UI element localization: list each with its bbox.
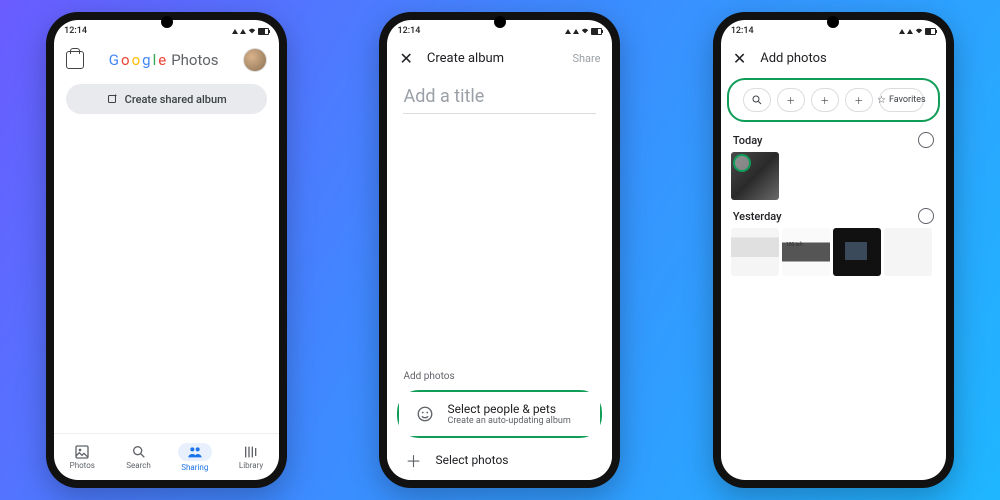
photo-thumb[interactable]: [731, 152, 779, 200]
photo-thumb[interactable]: [833, 228, 881, 276]
screen-1: 12:14 Google Photos Create shared alb: [54, 20, 279, 480]
battery-icon: [925, 28, 936, 35]
yesterday-thumbs: [721, 228, 946, 276]
phone-2: 12:14 ✕ Create album Share Add a title A…: [379, 12, 620, 488]
today-thumbs: [721, 152, 946, 200]
toolbar: ✕ Create album Share: [387, 40, 612, 76]
toolbar: ✕ Add photos: [721, 40, 946, 76]
toolbar-title: Add photos: [760, 51, 827, 66]
account-avatar[interactable]: [243, 48, 267, 72]
battery-icon: [591, 28, 602, 35]
screen-2: 12:14 ✕ Create album Share Add a title A…: [387, 20, 612, 480]
favorites-chip[interactable]: ☆Favorites: [879, 88, 924, 112]
highlight-select-people: Select people & pets Create an auto-upda…: [397, 390, 602, 438]
camera-cutout: [827, 16, 839, 28]
add-album-icon: [107, 93, 119, 105]
close-icon[interactable]: ✕: [733, 49, 746, 68]
add-face-chip-3[interactable]: ＋: [845, 88, 873, 112]
signal-icon: [232, 29, 238, 34]
clipboard-icon[interactable]: [66, 51, 84, 69]
nav-sharing[interactable]: Sharing: [167, 434, 223, 480]
spacer: [387, 114, 612, 371]
signal-icon: [907, 29, 913, 34]
app-header: Google Photos: [54, 40, 279, 76]
nav-library[interactable]: Library: [223, 434, 279, 480]
select-people-pets-button[interactable]: Select people & pets Create an auto-upda…: [399, 392, 600, 436]
share-button[interactable]: Share: [572, 52, 600, 65]
status-time: 12:14: [397, 26, 420, 36]
people-icon: [187, 444, 203, 460]
option-title: Select photos: [435, 453, 508, 467]
wifi-icon: [581, 27, 589, 35]
nav-search[interactable]: Search: [110, 434, 166, 480]
nav-photos[interactable]: Photos: [54, 434, 110, 480]
close-icon[interactable]: ✕: [399, 49, 412, 68]
face-icon: [415, 404, 435, 424]
select-all-today[interactable]: [918, 132, 934, 148]
option-title: Select people & pets: [447, 402, 570, 416]
photo-thumb[interactable]: [731, 228, 779, 276]
section-yesterday: Yesterday: [721, 200, 946, 228]
section-label: Yesterday: [733, 210, 782, 223]
bottom-nav: Photos Search Sharing Library: [54, 433, 279, 480]
create-shared-album-button[interactable]: Create shared album: [66, 84, 267, 114]
filter-chip-row: ＋ ＋ ＋ ☆Favorites: [733, 82, 934, 118]
battery-icon: [258, 28, 269, 35]
empty-body: [54, 122, 279, 433]
status-icons: [232, 27, 269, 35]
status-time: 12:14: [64, 26, 87, 36]
search-icon: [131, 444, 147, 460]
phone-1: 12:14 Google Photos Create shared alb: [46, 12, 287, 488]
star-icon: ☆: [877, 95, 886, 106]
search-chip[interactable]: [743, 88, 771, 112]
signal-icon: [240, 29, 246, 34]
signal-icon: [899, 29, 905, 34]
camera-cutout: [494, 16, 506, 28]
create-button-label: Create shared album: [125, 93, 227, 106]
section-today: Today: [721, 124, 946, 152]
signal-icon: [565, 29, 571, 34]
album-title-input[interactable]: Add a title: [403, 86, 596, 114]
add-face-chip-1[interactable]: ＋: [777, 88, 805, 112]
toolbar-title: Create album: [427, 51, 504, 66]
search-icon: [751, 94, 763, 106]
app-title: Google Photos: [109, 51, 219, 69]
wifi-icon: [915, 27, 923, 35]
photo-thumb[interactable]: [782, 228, 830, 276]
option-subtitle: Create an auto-updating album: [447, 416, 570, 426]
photo-thumb[interactable]: [884, 228, 932, 276]
highlight-filter-row: ＋ ＋ ＋ ☆Favorites: [727, 78, 940, 122]
add-photos-label: Add photos: [387, 371, 612, 388]
select-all-yesterday[interactable]: [918, 208, 934, 224]
add-face-chip-2[interactable]: ＋: [811, 88, 839, 112]
select-photos-button[interactable]: ＋ Select photos: [387, 440, 612, 480]
section-label: Today: [733, 134, 763, 147]
library-icon: [243, 444, 259, 460]
status-time: 12:14: [731, 26, 754, 36]
photo-icon: [74, 444, 90, 460]
stage: 12:14 Google Photos Create shared alb: [0, 0, 1000, 500]
camera-cutout: [161, 16, 173, 28]
signal-icon: [573, 29, 579, 34]
phone-3: 12:14 ✕ Add photos ＋ ＋ ＋ ☆Favorite: [713, 12, 954, 488]
plus-icon: ＋: [403, 450, 423, 470]
screen-3: 12:14 ✕ Add photos ＋ ＋ ＋ ☆Favorite: [721, 20, 946, 480]
wifi-icon: [248, 27, 256, 35]
